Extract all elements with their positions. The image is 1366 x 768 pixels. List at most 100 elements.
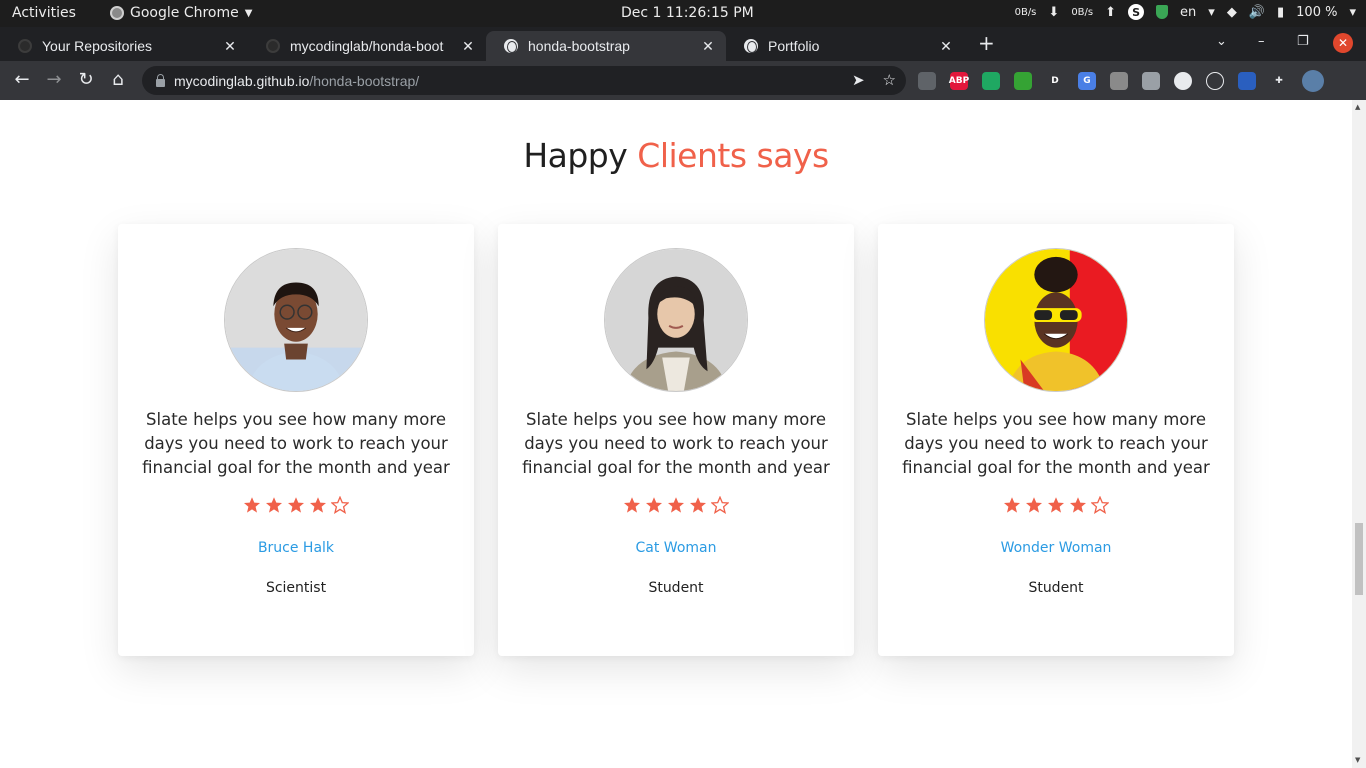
address-bar[interactable]: mycodinglab.github.io /honda-bootstrap/ … bbox=[142, 66, 906, 95]
send-icon[interactable]: ➤ bbox=[852, 71, 865, 89]
react-icon[interactable] bbox=[1206, 72, 1224, 90]
testimonial-quote: Slate helps you see how many more days y… bbox=[902, 410, 1210, 477]
client-name-link[interactable]: Bruce Halk bbox=[118, 540, 474, 556]
system-tray[interactable]: 0B/s ⬇ 0B/s ⬆ S en ▾ ◆ 🔊 ▮ 100 % ▾ bbox=[1015, 4, 1356, 20]
extensions-area: ABP D G ✚ bbox=[918, 70, 1324, 92]
forward-button[interactable]: → bbox=[42, 69, 66, 90]
mail-icon[interactable] bbox=[918, 72, 936, 90]
battery-level: 100 % bbox=[1296, 4, 1338, 20]
translate-icon[interactable]: G bbox=[1078, 72, 1096, 90]
star-filled-icon bbox=[646, 497, 662, 513]
wifi-icon: ◆ bbox=[1226, 4, 1237, 20]
restore-button[interactable]: ❐ bbox=[1297, 34, 1309, 49]
star-filled-icon bbox=[624, 497, 640, 513]
client-role: Student bbox=[648, 580, 704, 596]
star-outline-icon bbox=[331, 496, 349, 514]
touch-icon[interactable] bbox=[1142, 72, 1160, 90]
language-indicator[interactable]: en bbox=[1180, 5, 1196, 20]
client-name-link[interactable]: Cat Woman bbox=[498, 540, 854, 556]
tab-label: Portfolio bbox=[768, 38, 820, 54]
system-top-bar: Activities Google Chrome ▼ Dec 1 11:26:1… bbox=[0, 0, 1366, 27]
clock[interactable]: Dec 1 11:26:15 PM bbox=[621, 5, 754, 21]
puzzle-icon[interactable]: ✚ bbox=[1270, 72, 1288, 90]
url-host: mycodinglab.github.io bbox=[174, 72, 310, 89]
back-button[interactable]: ← bbox=[10, 69, 34, 90]
close-tab-icon[interactable]: ✕ bbox=[700, 38, 716, 55]
url-path: /honda-bootstrap/ bbox=[309, 72, 420, 89]
chevron-down-icon: ▼ bbox=[244, 7, 253, 19]
tab-honda-bootstrap[interactable]: honda-bootstrap ✕ bbox=[486, 31, 726, 61]
star-filled-icon bbox=[1004, 497, 1020, 513]
star-filled-icon bbox=[1070, 497, 1086, 513]
tab-portfolio[interactable]: Portfolio ✕ bbox=[726, 31, 964, 61]
testimonial-card: Slate helps you see how many more days y… bbox=[878, 224, 1234, 656]
profile-avatar[interactable] bbox=[1302, 70, 1324, 92]
star-filled-icon bbox=[288, 497, 304, 513]
client-photo-2 bbox=[605, 249, 747, 391]
rating-stars bbox=[878, 496, 1234, 514]
client-name-link[interactable]: Wonder Woman bbox=[878, 540, 1234, 556]
star-icon[interactable]: ☆ bbox=[883, 71, 896, 89]
close-window-button[interactable]: ✕ bbox=[1333, 33, 1353, 53]
skype-icon[interactable]: S bbox=[1128, 4, 1145, 20]
tab-label: mycodinglab/honda-boot bbox=[290, 38, 444, 54]
client-role: Student bbox=[1028, 580, 1084, 596]
client-photo-1 bbox=[225, 249, 367, 391]
volume-icon: 🔊 bbox=[1248, 4, 1265, 20]
close-tab-icon[interactable]: ✕ bbox=[222, 38, 238, 55]
battery-icon: ▮ bbox=[1277, 4, 1285, 20]
scrollbar-thumb[interactable] bbox=[1355, 522, 1363, 595]
star-outline-icon bbox=[1091, 496, 1109, 514]
tab-strip: Your Repositories ✕ mycodinglab/honda-bo… bbox=[0, 27, 1366, 81]
close-tab-icon[interactable]: ✕ bbox=[460, 38, 476, 55]
minimize-button[interactable]: – bbox=[1258, 34, 1265, 49]
rating-stars bbox=[498, 496, 854, 514]
client-avatar bbox=[604, 248, 748, 392]
star-outline-icon bbox=[711, 496, 729, 514]
chevron-down-icon: ▾ bbox=[1349, 4, 1356, 20]
net-down-speed: 0B/s bbox=[1014, 6, 1037, 18]
star-filled-icon bbox=[310, 497, 326, 513]
flag-icon[interactable] bbox=[1238, 72, 1256, 90]
arrow-up-icon: ⬆ bbox=[1105, 4, 1117, 20]
net-up-speed: 0B/s bbox=[1071, 6, 1094, 18]
star-filled-icon bbox=[1026, 497, 1042, 513]
translate-x-icon[interactable] bbox=[1110, 72, 1128, 90]
scroll-down-icon[interactable]: ▼ bbox=[1355, 756, 1360, 764]
client-avatar bbox=[224, 248, 368, 392]
new-tab-button[interactable]: + bbox=[978, 31, 995, 55]
star-filled-icon bbox=[244, 497, 260, 513]
tab-your-repositories[interactable]: Your Repositories ✕ bbox=[0, 31, 248, 61]
client-avatar bbox=[984, 248, 1128, 392]
tab-search-icon[interactable]: ⌄ bbox=[1216, 34, 1227, 49]
activities-button[interactable]: Activities bbox=[12, 5, 76, 21]
lock-icon[interactable] bbox=[156, 73, 165, 87]
testimonial-card: Slate helps you see how many more days y… bbox=[118, 224, 474, 656]
scroll-up-icon[interactable]: ▲ bbox=[1355, 103, 1360, 111]
adblock-icon[interactable]: ABP bbox=[949, 72, 969, 90]
section-title: Happy Clients says bbox=[0, 136, 1352, 175]
reload-button[interactable]: ↻ bbox=[74, 69, 98, 90]
tab-label: Your Repositories bbox=[42, 38, 152, 54]
client-photo-3 bbox=[985, 249, 1127, 391]
shield-check-icon[interactable] bbox=[982, 72, 1000, 90]
close-tab-icon[interactable]: ✕ bbox=[938, 38, 954, 55]
page-scrollbar[interactable]: ▲ ▼ bbox=[1352, 100, 1366, 768]
star-filled-icon bbox=[1048, 497, 1064, 513]
github-icon bbox=[266, 39, 280, 53]
shield-icon[interactable] bbox=[1156, 5, 1169, 19]
app-name: Google Chrome bbox=[130, 5, 239, 21]
code-icon[interactable] bbox=[1174, 72, 1192, 90]
globe-icon bbox=[744, 39, 758, 53]
tab-honda-boot-repo[interactable]: mycodinglab/honda-boot ✕ bbox=[248, 31, 486, 61]
star-filled-icon bbox=[690, 497, 706, 513]
script-d-icon[interactable]: D bbox=[1046, 72, 1064, 90]
title-part-accent: Clients says bbox=[637, 136, 829, 175]
home-button[interactable]: ⌂ bbox=[106, 69, 130, 90]
tab-label: honda-bootstrap bbox=[528, 38, 630, 54]
client-role: Scientist bbox=[265, 580, 327, 596]
app-menu[interactable]: Google Chrome ▼ bbox=[110, 5, 252, 21]
title-part-dark: Happy bbox=[523, 136, 628, 175]
testimonial-quote: Slate helps you see how many more days y… bbox=[522, 410, 830, 477]
download-arrow-icon[interactable] bbox=[1014, 72, 1032, 90]
